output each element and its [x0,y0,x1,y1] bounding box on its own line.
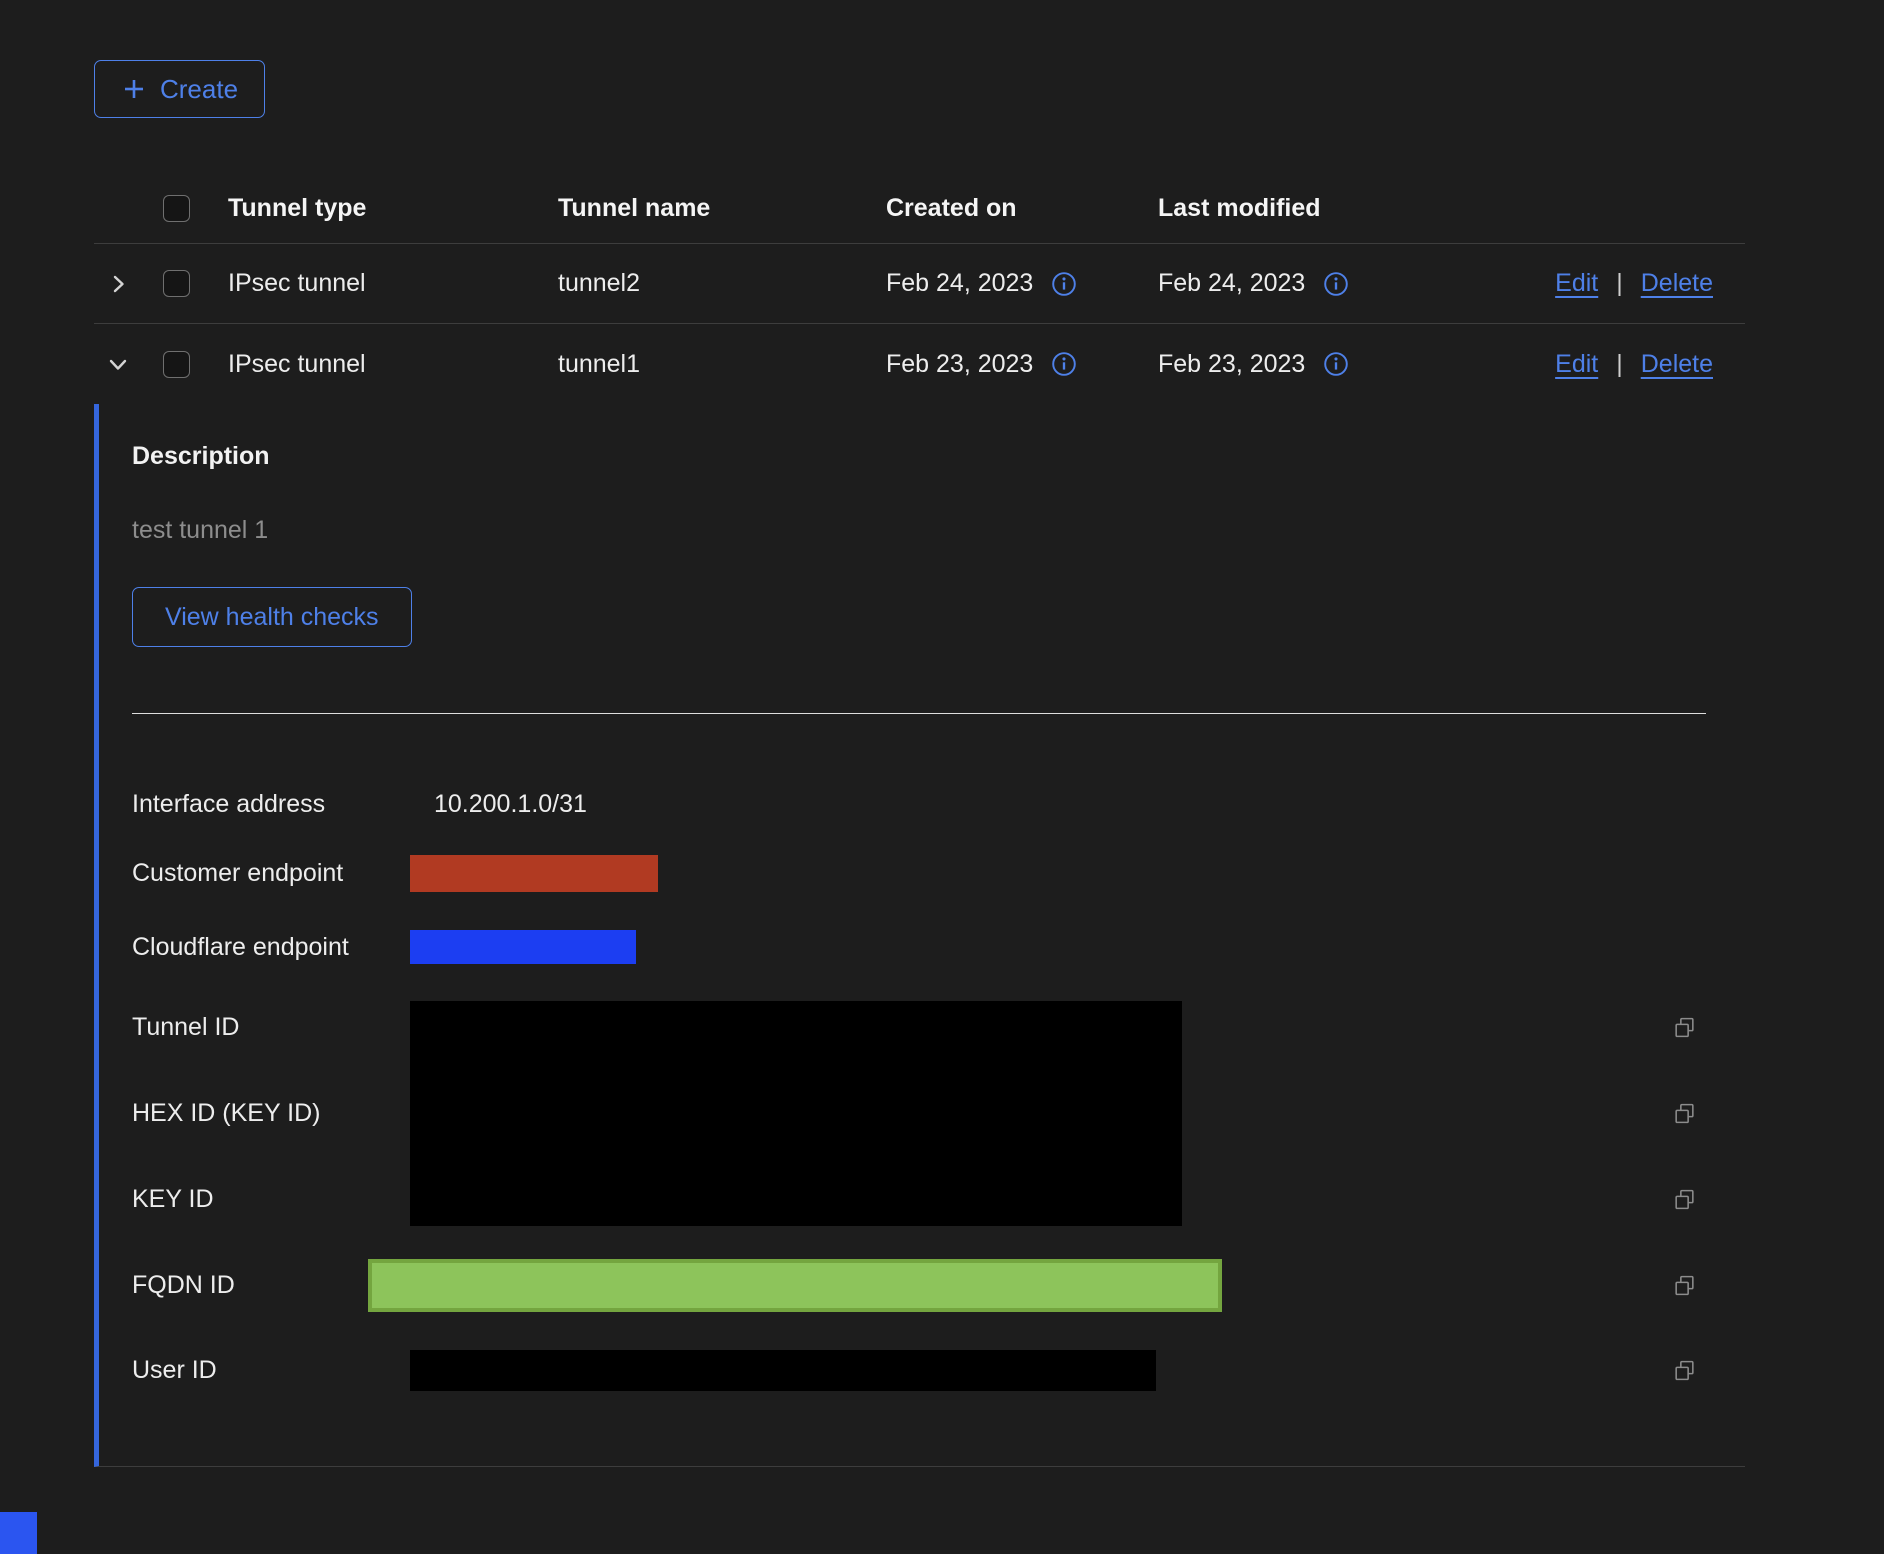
created-on-value: Feb 24, 2023 [886,269,1033,298]
fqdn-id-redacted-value [368,1259,1222,1312]
actions-separator: | [1616,350,1623,379]
page-content: Create Tunnel type Tunnel name Created o… [94,60,1745,1467]
create-button[interactable]: Create [94,60,265,118]
create-button-label: Create [160,74,238,105]
edit-link-tunnel1[interactable]: Edit [1555,350,1598,379]
header-tunnel-type: Tunnel type [228,194,558,223]
info-icon[interactable] [1323,271,1349,297]
last-modified-value: Feb 24, 2023 [1158,269,1305,298]
actions-separator: | [1616,269,1623,298]
copy-hex-id-icon[interactable] [1665,1101,1697,1126]
chevron-down-icon[interactable] [106,352,130,376]
select-all-checkbox[interactable] [163,195,190,222]
description-value: test tunnel 1 [132,516,1745,545]
actions-cell: Edit | Delete [1430,269,1745,298]
row-checkbox-tunnel2[interactable] [163,270,190,297]
description-label: Description [132,442,1745,471]
checkbox-cell [144,270,228,297]
info-icon[interactable] [1051,271,1077,297]
tunnel-detail-fields: Interface address 10.200.1.0/31 Customer… [132,772,1745,1412]
copy-key-id-icon[interactable] [1665,1187,1697,1212]
user-id-redacted-value [410,1350,1156,1391]
key-id-label: KEY ID [132,1185,410,1214]
checkbox-cell [144,351,228,378]
info-icon[interactable] [1051,351,1077,377]
tunnels-page: Create Tunnel type Tunnel name Created o… [0,0,1884,1554]
tunnel-id-label: Tunnel ID [132,1013,410,1042]
tunnel-name-cell: tunnel1 [558,350,886,379]
info-icon[interactable] [1323,351,1349,377]
tunnel-name-cell: tunnel2 [558,269,886,298]
header-last-modified: Last modified [1158,194,1430,223]
bottom-left-blue-fragment [0,1512,37,1554]
table-row-tunnel2: IPsec tunnel tunnel2 Feb 24, 2023 Feb 24… [94,244,1745,324]
created-on-cell: Feb 23, 2023 [886,350,1158,379]
actions-cell: Edit | Delete [1430,350,1745,379]
header-created-on: Created on [886,194,1158,223]
copy-tunnel-id-icon[interactable] [1665,1015,1697,1040]
plus-icon [121,76,147,102]
created-on-value: Feb 23, 2023 [886,350,1033,379]
table-header-row: Tunnel type Tunnel name Created on Last … [94,174,1745,244]
delete-link-tunnel1[interactable]: Delete [1641,350,1713,379]
created-on-cell: Feb 24, 2023 [886,269,1158,298]
cloudflare-endpoint-label: Cloudflare endpoint [132,933,410,962]
header-tunnel-name: Tunnel name [558,194,886,223]
expander-cell [94,272,144,296]
delete-link-tunnel2[interactable]: Delete [1641,269,1713,298]
copy-fqdn-id-icon[interactable] [1665,1273,1697,1298]
last-modified-cell: Feb 23, 2023 [1158,350,1430,379]
section-divider [132,713,1706,714]
user-id-label: User ID [132,1356,410,1385]
edit-link-tunnel2[interactable]: Edit [1555,269,1598,298]
last-modified-cell: Feb 24, 2023 [1158,269,1430,298]
tunnel-detail-panel: Description test tunnel 1 View health ch… [94,404,1745,1467]
tunnels-table: Tunnel type Tunnel name Created on Last … [94,174,1745,1467]
row-checkbox-tunnel1[interactable] [163,351,190,378]
interface-address-value: 10.200.1.0/31 [410,790,1665,819]
interface-address-label: Interface address [132,790,410,819]
tunnel-type-cell: IPsec tunnel [228,350,558,379]
cloudflare-endpoint-redacted-value [410,930,636,964]
hex-id-label: HEX ID (KEY ID) [132,1099,410,1128]
customer-endpoint-redacted-value [410,855,658,892]
expander-cell [94,352,144,376]
view-health-checks-button[interactable]: View health checks [132,587,412,647]
last-modified-value: Feb 23, 2023 [1158,350,1305,379]
tunnel-id-hex-key-redacted-value [410,1001,1182,1226]
tunnel-type-cell: IPsec tunnel [228,269,558,298]
chevron-right-icon[interactable] [106,272,130,296]
table-row-tunnel1: IPsec tunnel tunnel1 Feb 23, 2023 Feb 23… [94,324,1745,404]
copy-user-id-icon[interactable] [1665,1358,1697,1383]
header-checkbox-cell [144,195,228,222]
customer-endpoint-label: Customer endpoint [132,859,410,888]
